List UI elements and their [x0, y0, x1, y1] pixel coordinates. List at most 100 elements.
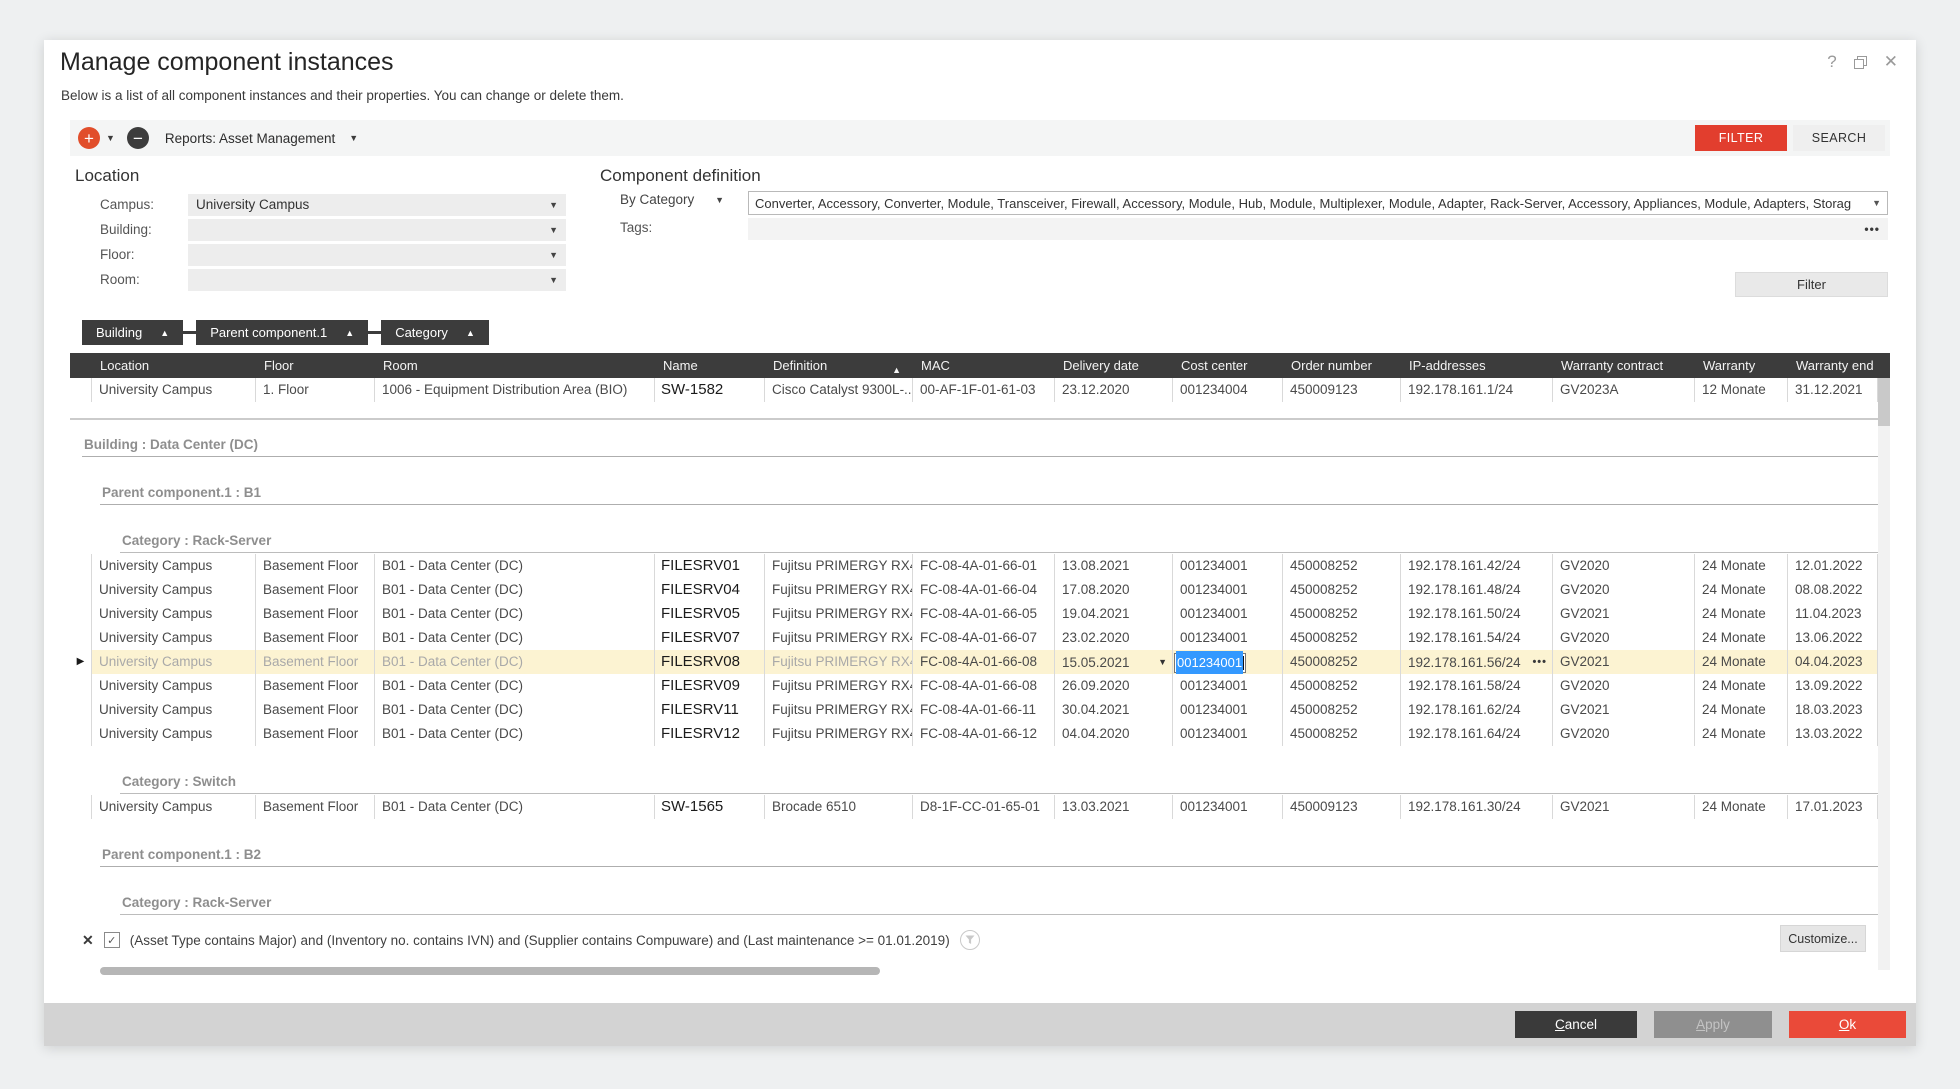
table-cell: FILESRV08	[655, 650, 765, 674]
add-icon[interactable]: +	[78, 127, 100, 149]
table-cell: FC-08-4A-01-66-08	[913, 674, 1055, 698]
footer-bar: Cancel Apply Ok	[44, 1003, 1916, 1046]
chevron-down-icon[interactable]: ▼	[1158, 651, 1167, 674]
table-row[interactable]: ▶University CampusBasement FloorB01 - Da…	[70, 650, 1878, 674]
grouping-chip-parent-component-1[interactable]: Parent component.1▲	[196, 320, 368, 345]
cell-value: 192.178.161.56/24	[1408, 651, 1521, 674]
close-icon[interactable]: ✕	[1884, 52, 1898, 72]
ok-button[interactable]: Ok	[1789, 1011, 1906, 1038]
help-icon[interactable]: ?	[1827, 52, 1836, 72]
table-row[interactable]: University CampusBasement FloorB01 - Dat…	[70, 698, 1878, 722]
column-header-room[interactable]: Room	[375, 358, 655, 373]
group-header-level-3: Category : Switch	[120, 771, 1890, 794]
table-row[interactable]: University CampusBasement FloorB01 - Dat…	[70, 722, 1878, 746]
column-header-label: Location	[100, 358, 149, 373]
table-cell: 24 Monate	[1695, 602, 1788, 626]
filter-expression-text: (Asset Type contains Major) and (Invento…	[130, 933, 950, 948]
reports-dropdown[interactable]: Reports: Asset Management ▼	[165, 131, 358, 146]
by-category-dropdown[interactable]: By Category ▼	[620, 192, 738, 207]
component-table: Location Floor RoomNameDefinition▲MACDeliv…	[70, 353, 1890, 915]
field-label: Campus:	[100, 197, 188, 212]
filter-active-checkbox[interactable]: ✓	[104, 932, 120, 948]
table-cell: 192.178.161.56/24 •••	[1401, 650, 1553, 674]
column-header-ip-addresses[interactable]: IP-addresses	[1401, 358, 1553, 373]
table-cell: Basement Floor	[256, 626, 375, 650]
ellipsis-icon[interactable]: •••	[1864, 222, 1880, 236]
table-cell: 1. Floor	[256, 378, 375, 402]
table-cell: 001234001	[1173, 554, 1283, 578]
table-row[interactable]: University CampusBasement FloorB01 - Dat…	[70, 674, 1878, 698]
column-header-warranty-end[interactable]: Warranty end	[1788, 358, 1878, 373]
selected-text: 001234001	[1176, 651, 1243, 674]
location-field-row: Room:▼	[100, 267, 566, 292]
chevron-down-icon: ▼	[715, 195, 724, 205]
table-row[interactable]: University Campus1. Floor1006 - Equipmen…	[70, 378, 1878, 402]
cancel-button[interactable]: Cancel	[1515, 1011, 1637, 1038]
column-header-location[interactable]: Location	[92, 358, 256, 373]
column-header-delivery-date[interactable]: Delivery date	[1055, 358, 1173, 373]
column-header-mac[interactable]: MAC	[913, 358, 1055, 373]
column-header-warranty-contract[interactable]: Warranty contract	[1553, 358, 1695, 373]
table-row[interactable]: University CampusBasement FloorB01 - Dat…	[70, 626, 1878, 650]
column-header-warranty[interactable]: Warranty	[1695, 358, 1788, 373]
filter-toggle-button[interactable]: FILTER	[1695, 125, 1787, 151]
reports-caret-icon: ▼	[349, 133, 358, 143]
chevron-down-icon[interactable]: ▼	[1872, 198, 1881, 208]
categories-input[interactable]: Converter, Accessory, Converter, Module,…	[748, 191, 1888, 215]
table-cell: 04.04.2023	[1788, 650, 1878, 674]
group-header-label: Category : Rack-Server	[122, 895, 271, 910]
table-row[interactable]: University CampusBasement FloorB01 - Dat…	[70, 578, 1878, 602]
cost-center-edit-field[interactable]: 001234001	[1174, 653, 1246, 673]
grouping-chip-category[interactable]: Category▲	[381, 320, 489, 345]
column-header-label: Warranty	[1703, 358, 1755, 373]
column-header-definition[interactable]: Definition▲	[765, 358, 913, 373]
field-label: Room:	[100, 272, 188, 287]
table-header-row: Location Floor RoomNameDefinition▲MACDeliv…	[70, 353, 1890, 378]
component-definition-heading: Component definition	[600, 166, 761, 186]
tags-label: Tags:	[620, 220, 652, 235]
vertical-scrollbar[interactable]	[1878, 378, 1890, 970]
group-header-label: Category : Switch	[122, 774, 236, 789]
remove-filter-icon[interactable]: ✕	[82, 932, 94, 949]
table-cell: 13.09.2022	[1788, 674, 1878, 698]
funnel-icon[interactable]	[960, 930, 980, 950]
search-button[interactable]: SEARCH	[1793, 125, 1885, 151]
table-row[interactable]: University CampusBasement FloorB01 - Dat…	[70, 602, 1878, 626]
table-cell: 450008252	[1283, 554, 1401, 578]
location-combobox[interactable]: ▼	[188, 219, 566, 241]
table-cell: Basement Floor	[256, 698, 375, 722]
ellipsis-icon[interactable]: •••	[1532, 651, 1547, 674]
add-dropdown-caret-icon[interactable]: ▼	[106, 133, 115, 143]
location-combobox[interactable]: ▼	[188, 244, 566, 266]
group-header-label: Parent component.1 : B1	[102, 485, 261, 500]
table-cell: Fujitsu PRIMERGY RX4...	[765, 650, 913, 674]
table-cell: FC-08-4A-01-66-04	[913, 578, 1055, 602]
location-combobox[interactable]: ▼	[188, 269, 566, 291]
table-cell: FC-08-4A-01-66-05	[913, 602, 1055, 626]
grouping-chip-building[interactable]: Building▲	[82, 320, 183, 345]
table-cell: Cisco Catalyst 9300L-...	[765, 378, 913, 402]
table-cell: 24 Monate	[1695, 674, 1788, 698]
apply-button[interactable]: Apply	[1654, 1011, 1772, 1038]
vertical-scrollbar-thumb[interactable]	[1878, 378, 1890, 426]
column-header-label: Floor	[264, 358, 294, 373]
apply-filter-button[interactable]: Filter	[1735, 272, 1888, 297]
horizontal-scrollbar[interactable]	[100, 967, 880, 975]
table-cell: D8-1F-CC-01-65-01	[913, 795, 1055, 819]
column-header-floor[interactable]: Floor	[256, 358, 375, 373]
column-header-cost-center[interactable]: Cost center	[1173, 358, 1283, 373]
row-marker-cell	[70, 722, 92, 746]
column-header-order-number[interactable]: Order number	[1283, 358, 1401, 373]
table-row[interactable]: University CampusBasement FloorB01 - Dat…	[70, 554, 1878, 578]
remove-icon[interactable]: −	[127, 127, 149, 149]
restore-window-icon[interactable]	[1854, 56, 1867, 69]
tags-input[interactable]: •••	[748, 218, 1888, 240]
table-cell: 17.01.2023	[1788, 795, 1878, 819]
column-header-name[interactable]: Name	[655, 358, 765, 373]
table-row[interactable]: University CampusBasement FloorB01 - Dat…	[70, 795, 1878, 819]
chip-connector	[183, 331, 196, 334]
location-combobox[interactable]: University Campus▼	[188, 194, 566, 216]
table-cell: Fujitsu PRIMERGY RX4...	[765, 698, 913, 722]
customize-button[interactable]: Customize...	[1780, 925, 1866, 952]
column-header-label: Definition	[773, 358, 827, 373]
